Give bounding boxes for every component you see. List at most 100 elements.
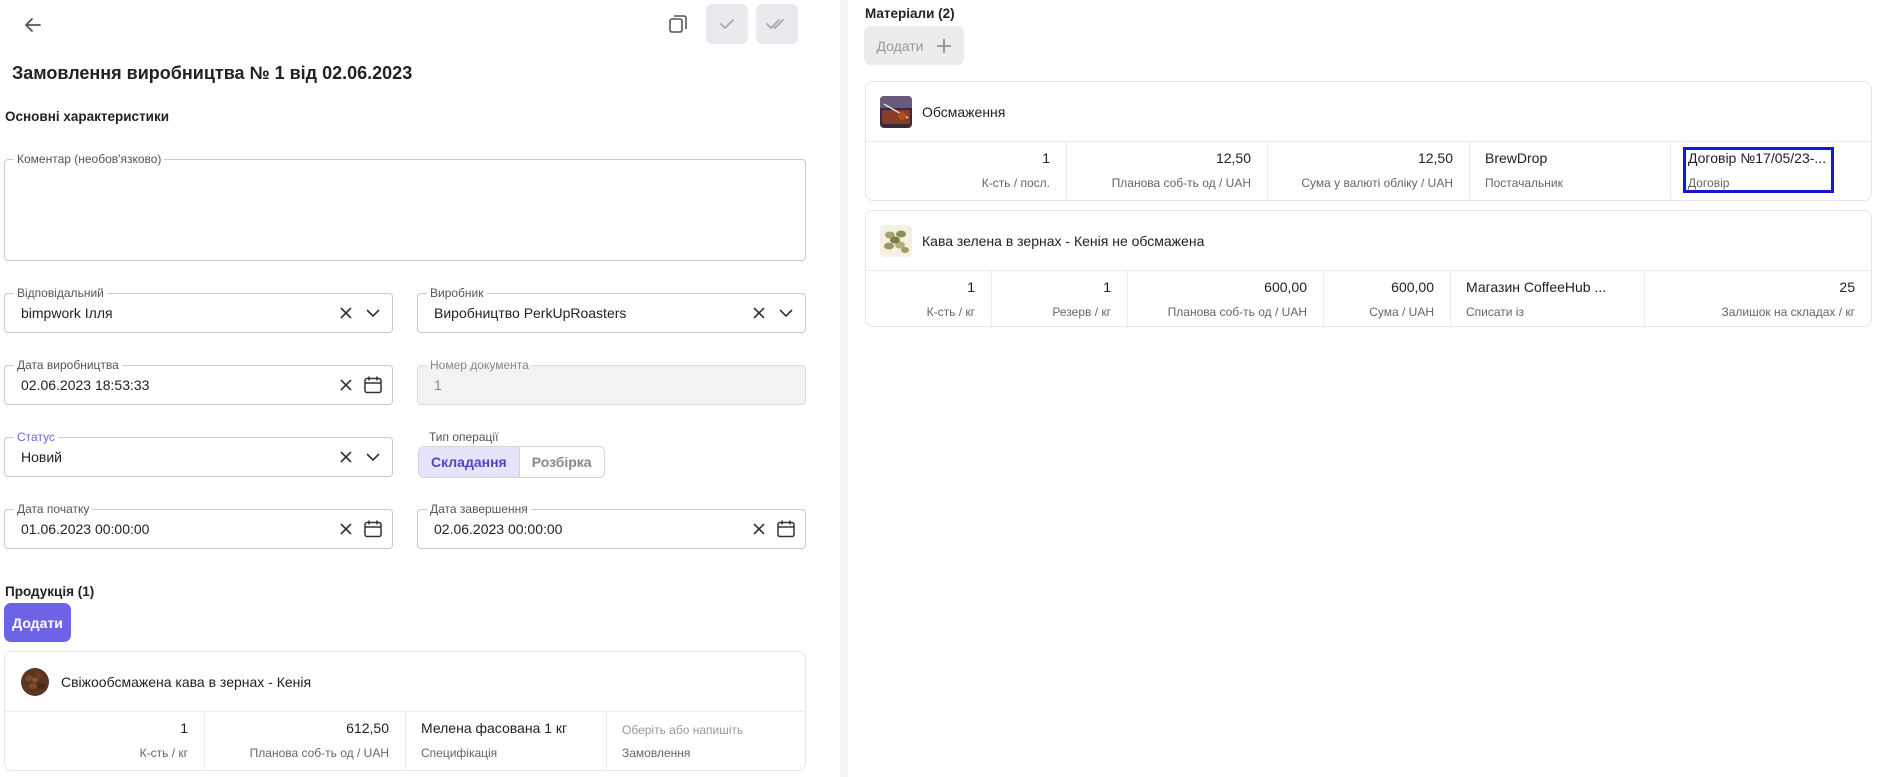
- confirm-button[interactable]: [706, 4, 748, 44]
- copy-button[interactable]: [660, 6, 696, 42]
- material-contract-value: Договір №17/05/23-...: [1688, 150, 1827, 166]
- right-panel: Матеріали (2) Додати Обсмаження 1 К-сть …: [848, 0, 1878, 777]
- product-cost-cell[interactable]: 612,50 Планова соб-ть од / UAH: [205, 712, 406, 769]
- producer-value: Виробництво PerkUpRoasters: [434, 305, 627, 321]
- material-cost-cell[interactable]: 600,00 Планова соб-ть од / UAH: [1128, 271, 1324, 328]
- chevron-down-icon[interactable]: [364, 449, 382, 465]
- responsible-select[interactable]: Відповідальний bimpwork Ілля: [4, 286, 393, 333]
- product-cost-label: Планова соб-ть од / UAH: [249, 746, 389, 760]
- material-supplier-value: BrewDrop: [1485, 150, 1548, 166]
- material-reserve-label: Резерв / кг: [1052, 305, 1111, 319]
- material-sum-cell[interactable]: 12,50 Сума у валюті обліку / UAH: [1268, 142, 1470, 199]
- material-sum-cell[interactable]: 600,00 Сума / UAH: [1324, 271, 1451, 328]
- product-order-label: Замовлення: [622, 746, 691, 760]
- material-writeoff-label: Списати із: [1466, 305, 1524, 319]
- arrow-left-icon: [25, 18, 41, 32]
- document-number-label: Номер документа: [427, 358, 532, 372]
- product-spec-value: Мелена фасована 1 кг: [421, 720, 568, 736]
- calendar-icon[interactable]: [775, 518, 797, 540]
- material-sum-label: Сума у валюті обліку / UAH: [1301, 176, 1453, 190]
- material-cost-value: 12,50: [1215, 150, 1251, 166]
- material-reserve-cell[interactable]: 1 Резерв / кг: [992, 271, 1128, 328]
- status-value: Новий: [21, 449, 62, 465]
- main-section-title: Основні характеристики: [5, 109, 170, 124]
- comment-field[interactable]: Коментар (необов'язково): [4, 152, 806, 261]
- clear-icon[interactable]: [338, 377, 354, 393]
- document-number-field: Номер документа 1: [417, 358, 806, 405]
- material-qty-value: 1: [967, 279, 975, 295]
- clear-icon[interactable]: [338, 521, 354, 537]
- product-card: Свіжообсмажена кава в зернах - Кенія 1 К…: [4, 651, 806, 771]
- page-title: Замовлення виробництва № 1 від 02.06.202…: [12, 63, 413, 83]
- production-date-value: 02.06.2023 18:53:33: [21, 377, 150, 393]
- product-qty-label: К-сть / кг: [139, 746, 188, 760]
- product-spec-label: Специфікація: [421, 746, 498, 760]
- responsible-value: bimpwork Ілля: [21, 305, 113, 321]
- material-supplier-cell[interactable]: BrewDrop Постачальник: [1470, 142, 1671, 199]
- producer-label: Виробник: [427, 286, 487, 300]
- operation-type-toggle: Складання Розбірка: [418, 446, 605, 478]
- clear-icon[interactable]: [338, 449, 354, 465]
- material-reserve-value: 1: [1103, 279, 1111, 295]
- calendar-icon[interactable]: [362, 518, 384, 540]
- material-supplier-label: Постачальник: [1485, 176, 1563, 190]
- material-card-header: Кава зелена в зернах - Кенія не обсмажен…: [866, 211, 1871, 271]
- chevron-down-icon[interactable]: [777, 305, 795, 321]
- product-qty-cell[interactable]: 1 К-сть / кг: [5, 712, 205, 769]
- material-sum-value: 12,50: [1417, 150, 1453, 166]
- material-contract-cell[interactable]: Договір №17/05/23-... Договір: [1671, 142, 1871, 199]
- left-panel: Замовлення виробництва № 1 від 02.06.202…: [0, 0, 840, 777]
- material-row: 1 К-сть / посл. 12,50 Планова соб-ть од …: [866, 142, 1871, 199]
- green-beans-thumbnail: [880, 224, 912, 257]
- material-name: Кава зелена в зернах - Кенія не обсмажен…: [922, 232, 1205, 249]
- add-material-button[interactable]: Додати: [864, 26, 964, 65]
- start-date-value: 01.06.2023 00:00:00: [21, 521, 150, 537]
- material-card-roasting: Обсмаження 1 К-сть / посл. 12,50 Планова…: [865, 81, 1872, 201]
- material-cost-label: Планова соб-ть од / UAH: [1111, 176, 1251, 190]
- product-order-placeholder: Оберіть або напишіть: [622, 723, 744, 737]
- calendar-icon[interactable]: [362, 374, 384, 396]
- status-select[interactable]: Статус Новий: [4, 430, 393, 477]
- document-number-value: 1: [434, 377, 442, 393]
- plus-icon: [936, 38, 951, 53]
- operation-type-assembly[interactable]: Складання: [419, 447, 520, 477]
- clear-icon[interactable]: [751, 305, 767, 321]
- production-date-field[interactable]: Дата виробництва 02.06.2023 18:53:33: [4, 358, 393, 405]
- production-section-title: Продукція (1): [5, 584, 95, 599]
- production-date-label: Дата виробництва: [14, 358, 122, 372]
- material-sum-value: 600,00: [1391, 279, 1434, 295]
- producer-select[interactable]: Виробник Виробництво PerkUpRoasters: [417, 286, 806, 333]
- materials-section-title: Матеріали (2): [865, 6, 955, 21]
- product-qty-value: 1: [180, 720, 188, 736]
- clear-icon[interactable]: [338, 305, 354, 321]
- add-material-label: Додати: [876, 37, 924, 54]
- start-date-field[interactable]: Дата початку 01.06.2023 00:00:00: [4, 502, 393, 549]
- material-qty-cell[interactable]: 1 К-сть / посл.: [866, 142, 1067, 199]
- operation-type-disassembly[interactable]: Розбірка: [519, 447, 604, 477]
- material-qty-value: 1: [1042, 150, 1050, 166]
- material-writeoff-value: Магазин CoffeeHub ...: [1466, 279, 1607, 295]
- back-button[interactable]: [16, 8, 50, 42]
- material-stock-cell[interactable]: 25 Залишок на складах / кг: [1645, 271, 1871, 328]
- material-cost-cell[interactable]: 12,50 Планова соб-ть од / UAH: [1067, 142, 1268, 199]
- chevron-down-icon[interactable]: [364, 305, 382, 321]
- copy-icon: [669, 15, 687, 33]
- material-writeoff-cell[interactable]: Магазин CoffeeHub ... Списати із: [1451, 271, 1645, 328]
- panel-divider: [840, 0, 848, 777]
- end-date-value: 02.06.2023 00:00:00: [434, 521, 563, 537]
- material-card-green-coffee: Кава зелена в зернах - Кенія не обсмажен…: [865, 210, 1872, 328]
- material-qty-label: К-сть / посл.: [981, 176, 1050, 190]
- product-spec-cell[interactable]: Мелена фасована 1 кг Специфікація: [406, 712, 607, 769]
- add-product-button[interactable]: Додати: [4, 603, 71, 642]
- product-order-cell[interactable]: Оберіть або напишіть Замовлення: [607, 712, 805, 769]
- roaster-thumbnail: [880, 95, 912, 128]
- end-date-field[interactable]: Дата завершення 02.06.2023 00:00:00: [417, 502, 806, 549]
- product-cost-value: 612,50: [346, 720, 389, 736]
- material-card-header: Обсмаження: [866, 82, 1871, 142]
- check-icon: [720, 19, 734, 29]
- material-contract-label: Договір: [1688, 176, 1730, 190]
- clear-icon[interactable]: [751, 521, 767, 537]
- double-check-icon: [766, 19, 784, 29]
- confirm-all-button[interactable]: [756, 4, 798, 44]
- material-qty-cell[interactable]: 1 К-сть / кг: [866, 271, 992, 328]
